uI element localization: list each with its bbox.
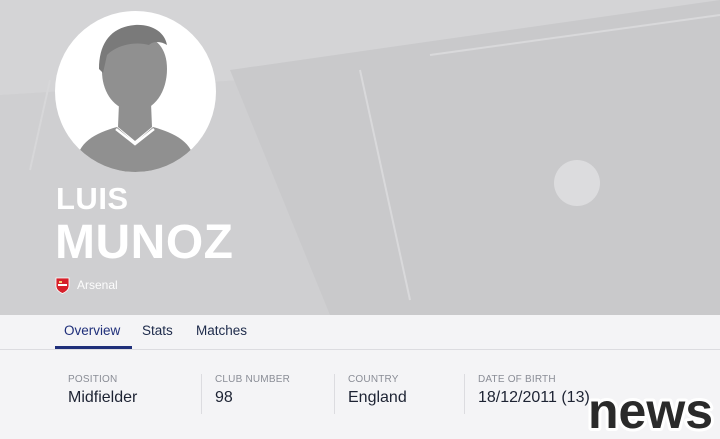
info-country: COUNTRY England xyxy=(334,374,464,414)
profile-tabs: Overview Stats Matches xyxy=(0,315,720,350)
player-hero: LUIS MUNOZ Arsenal xyxy=(0,0,720,315)
tab-overview[interactable]: Overview xyxy=(64,323,120,338)
arsenal-crest-icon xyxy=(55,277,70,294)
club-link[interactable]: Arsenal xyxy=(55,276,118,294)
watermark-text: news xyxy=(588,386,713,436)
info-value: 98 xyxy=(215,389,233,406)
tab-matches[interactable]: Matches xyxy=(196,323,247,338)
active-tab-indicator xyxy=(55,346,132,349)
info-label: POSITION xyxy=(68,374,118,385)
club-name: Arsenal xyxy=(77,278,118,292)
info-club-number: CLUB NUMBER 98 xyxy=(201,374,333,414)
news-watermark-logo: news news xyxy=(586,386,716,436)
player-first-name: LUIS xyxy=(56,181,129,216)
info-value: England xyxy=(348,389,407,406)
person-silhouette-icon xyxy=(77,24,194,172)
info-label: DATE OF BIRTH xyxy=(478,374,556,385)
info-value: 18/12/2011 (13) xyxy=(478,389,590,406)
info-label: CLUB NUMBER xyxy=(215,374,290,385)
info-label: COUNTRY xyxy=(348,374,399,385)
player-last-name: MUNOZ xyxy=(55,216,234,269)
info-value: Midfielder xyxy=(68,389,138,406)
info-position: POSITION Midfielder xyxy=(55,374,200,414)
tab-stats[interactable]: Stats xyxy=(142,323,173,338)
player-avatar xyxy=(55,11,216,172)
